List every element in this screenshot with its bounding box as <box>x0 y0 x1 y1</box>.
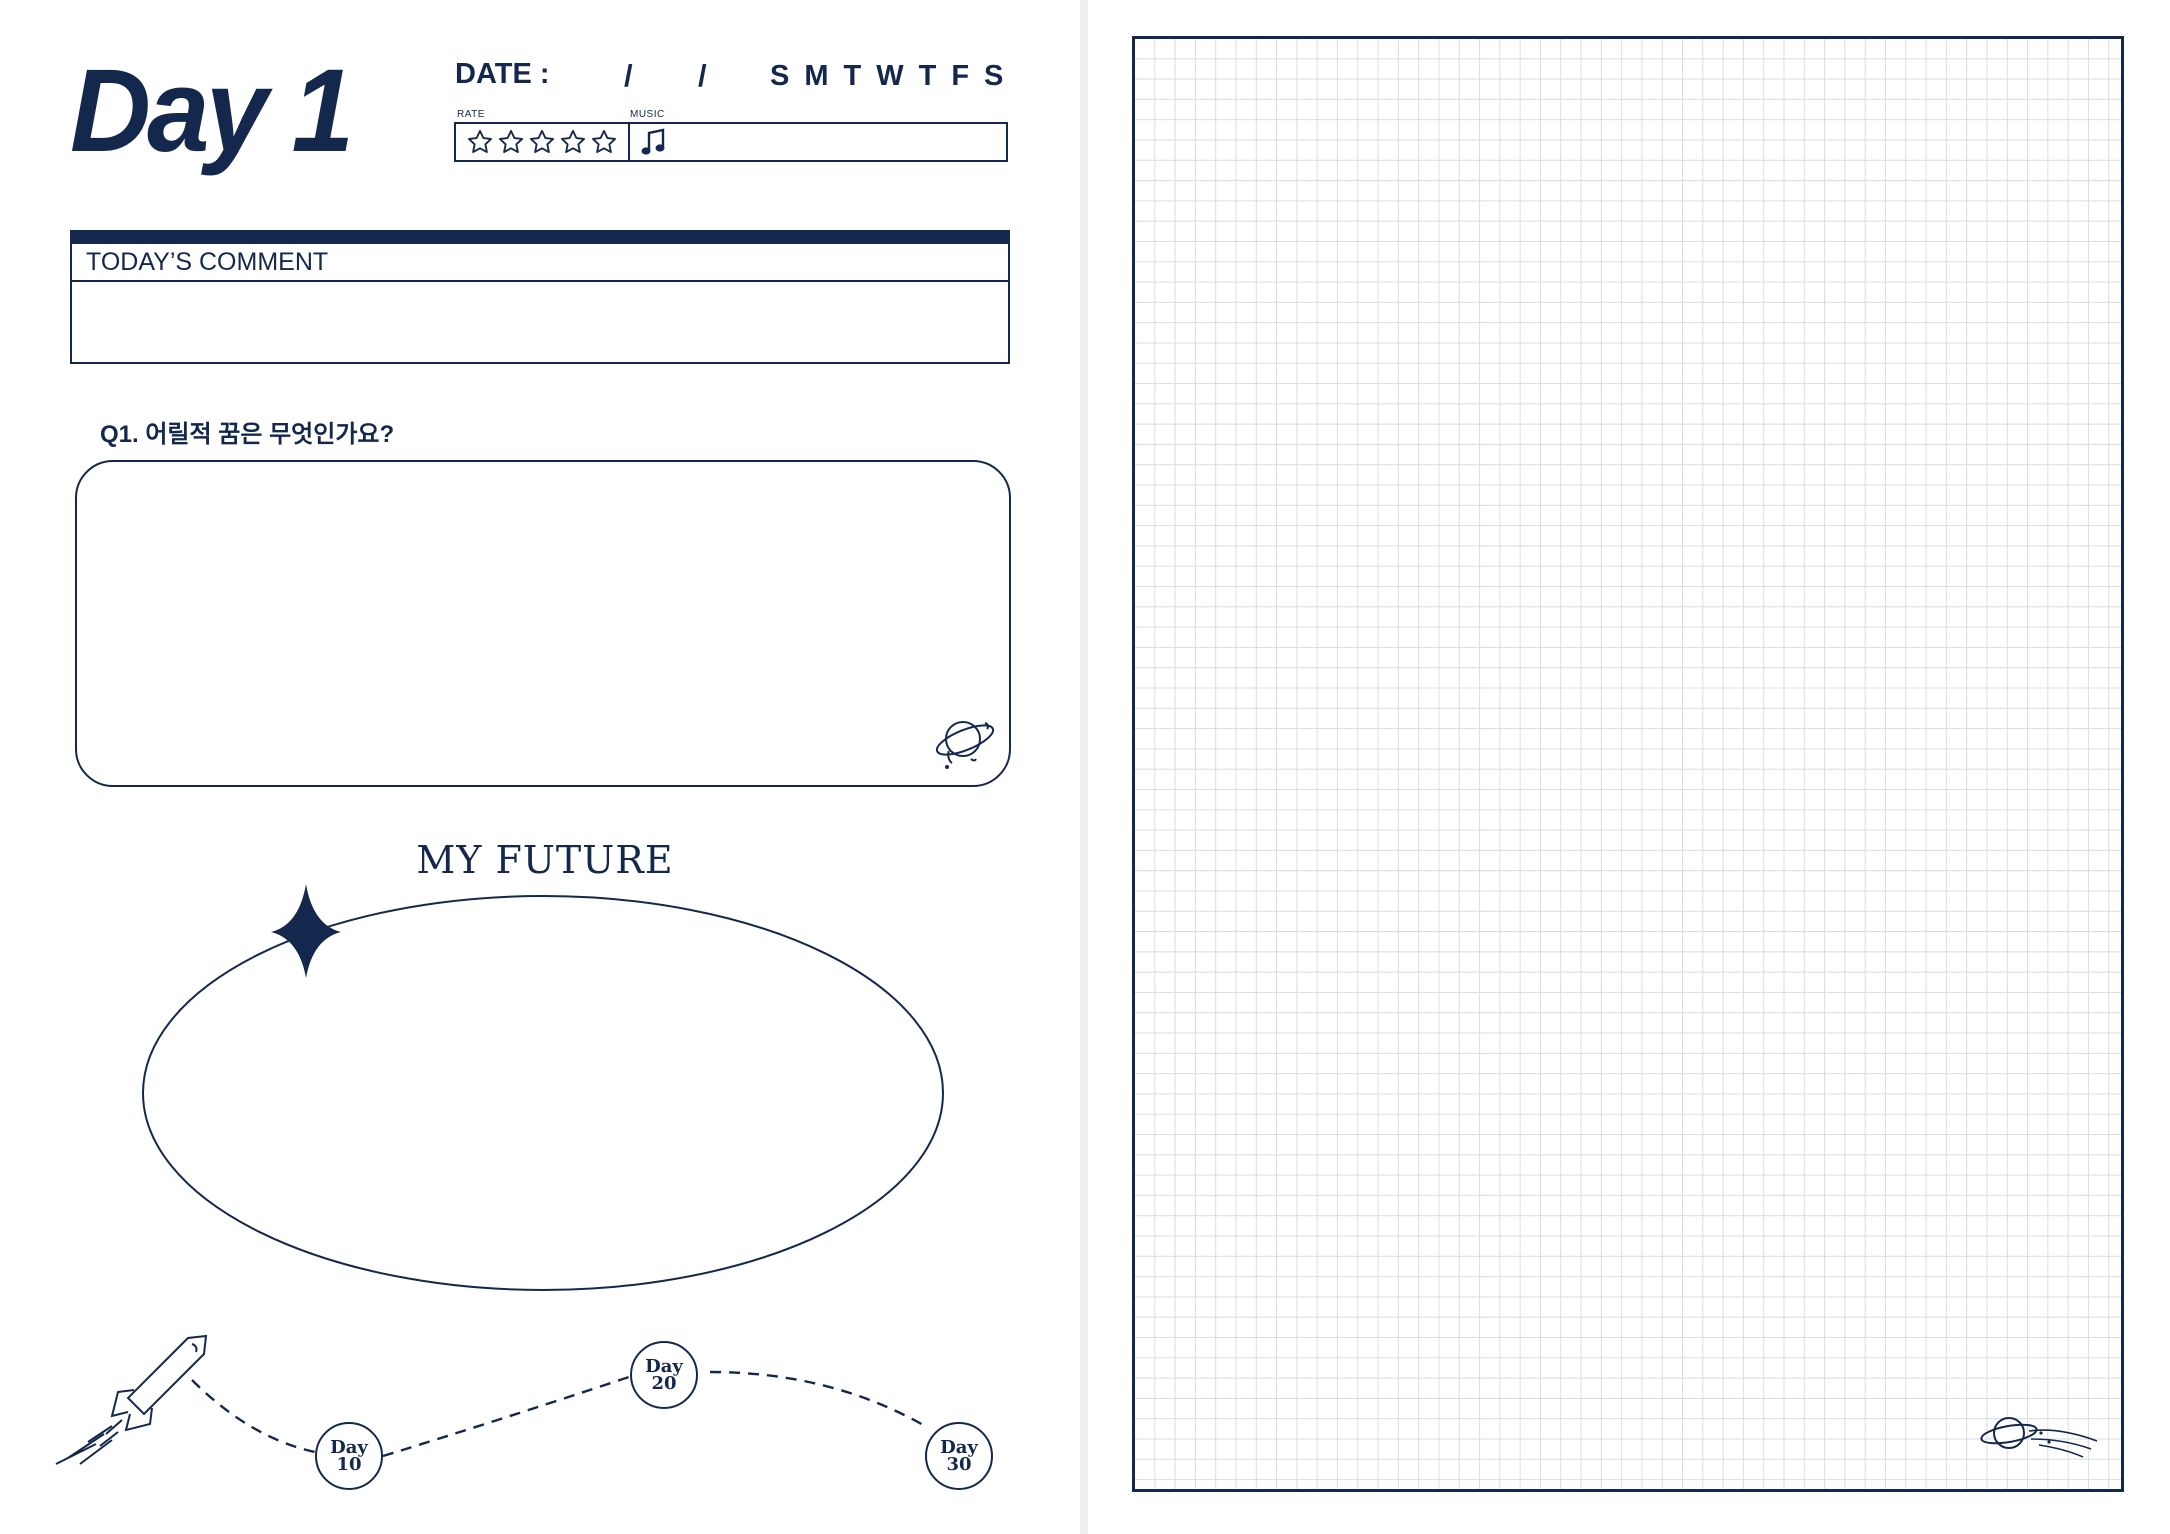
date-label: DATE : <box>455 58 550 90</box>
weekday-sun[interactable]: S <box>770 60 789 93</box>
answer-box[interactable] <box>75 460 1011 787</box>
rate-label: RATE <box>457 109 485 120</box>
milestone-day-number: 30 <box>946 1454 972 1475</box>
star-outline-icon[interactable] <box>466 128 494 156</box>
progress-path <box>191 1370 926 1458</box>
milestone-day-number: 20 <box>651 1373 677 1394</box>
milestone-day-20: Day 20 <box>630 1341 698 1409</box>
milestone-day-30: Day 30 <box>925 1422 993 1490</box>
date-separator-2: / <box>698 58 707 93</box>
today-comment-box: TODAY’S COMMENT <box>70 230 1010 364</box>
weekday-thu[interactable]: T <box>919 60 937 93</box>
date-separator-1: / <box>624 58 633 93</box>
planet-icon <box>935 721 995 769</box>
planet-icon <box>1980 1417 2098 1458</box>
music-input[interactable] <box>630 124 1006 160</box>
today-comment-header: TODAY’S COMMENT <box>72 244 1008 282</box>
weekday-sat[interactable]: S <box>984 60 1003 93</box>
milestone-day-number: 10 <box>336 1454 362 1475</box>
grid-writing-area[interactable] <box>1132 36 2124 1492</box>
rocket-icon <box>55 1334 208 1465</box>
star-outline-icon[interactable] <box>590 128 618 156</box>
star-rating <box>456 124 630 160</box>
star-outline-icon[interactable] <box>559 128 587 156</box>
future-ellipse[interactable] <box>142 895 944 1291</box>
question-label: Q1. 어릴적 꿈은 무엇인가요? <box>100 421 395 448</box>
weekday-wed[interactable]: W <box>876 60 903 93</box>
milestone-day-10: Day 10 <box>315 1422 383 1490</box>
music-note-icon <box>641 128 665 155</box>
rate-music-box <box>454 122 1008 162</box>
today-comment-input[interactable] <box>72 282 1008 360</box>
my-future-area <box>55 884 944 1465</box>
weekday-mon[interactable]: M <box>804 60 828 93</box>
page-title: Day 1 <box>70 45 354 177</box>
weekday-selector: S M T W T F S <box>770 60 1003 93</box>
star-outline-icon[interactable] <box>528 128 556 156</box>
weekday-tue[interactable]: T <box>844 60 862 93</box>
music-label: MUSIC <box>630 109 665 120</box>
star-outline-icon[interactable] <box>497 128 525 156</box>
weekday-fri[interactable]: F <box>951 60 969 93</box>
four-point-star-icon <box>271 884 341 978</box>
